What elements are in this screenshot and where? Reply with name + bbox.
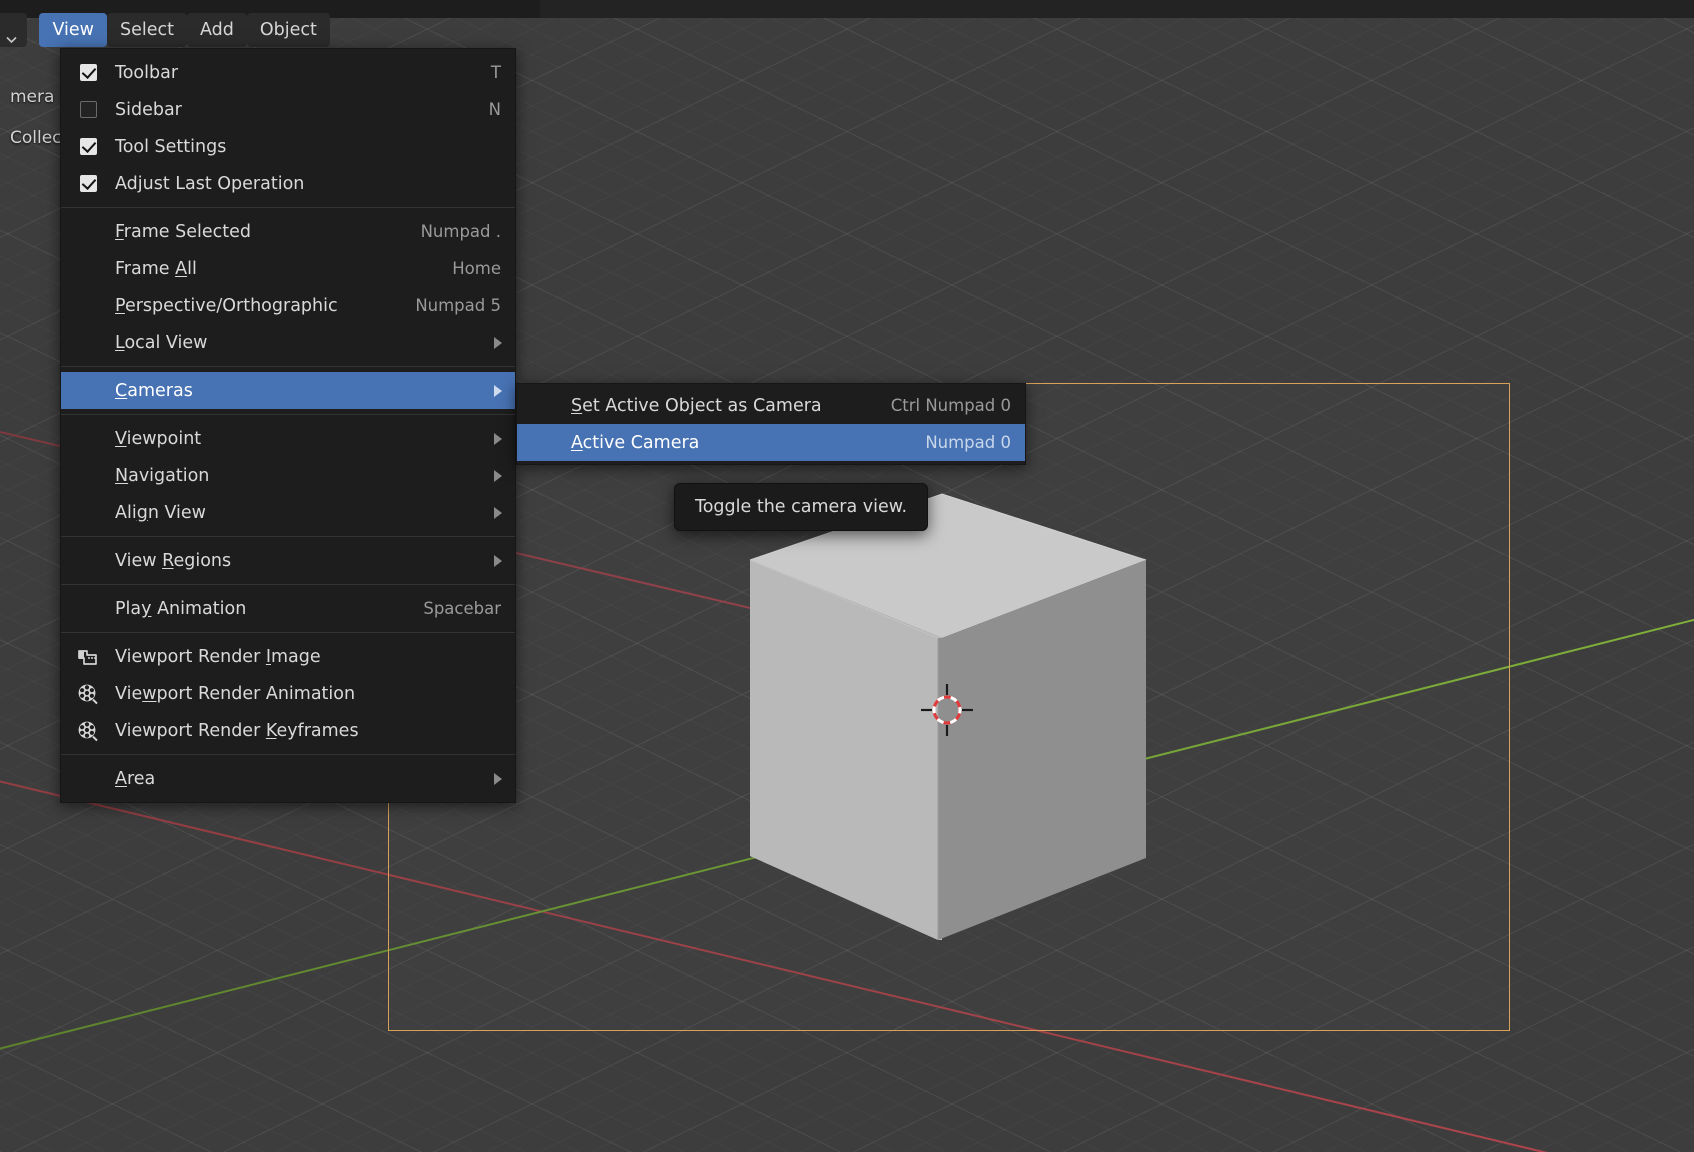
menu-item-perspective-orthographic[interactable]: Perspective/Orthographic Numpad 5 (61, 287, 515, 324)
checkbox-unchecked-icon[interactable] (61, 101, 115, 118)
menu-item-shortcut: Numpad 5 (415, 296, 501, 315)
menu-item-shortcut: Numpad 0 (925, 433, 1011, 452)
menu-item-viewport-render-animation[interactable]: Viewport Render Animation (61, 675, 515, 712)
submenu-arrow-icon (494, 506, 502, 519)
menu-item-label: Viewport Render Keyframes (115, 720, 359, 741)
submenu-arrow-icon (494, 469, 502, 482)
menu-item-label: Frame Selected (115, 221, 251, 242)
menu-item-adjust-last-operation[interactable]: Adjust Last Operation (61, 165, 515, 202)
menu-item-label: Tool Settings (115, 136, 227, 157)
menu-separator (61, 414, 515, 415)
menu-item-frame-selected[interactable]: Frame Selected Numpad . (61, 213, 515, 250)
menu-button-object[interactable]: Object (246, 13, 330, 47)
menu-separator (61, 584, 515, 585)
menu-button-select[interactable]: Select (107, 13, 187, 47)
menu-button-view[interactable]: View (39, 13, 107, 47)
checkbox-checked-icon[interactable] (61, 64, 115, 81)
menu-button-add[interactable]: Add (187, 13, 247, 47)
editor-type-selector[interactable]: e (0, 13, 28, 47)
menu-item-label: Play Animation (115, 598, 247, 619)
menu-separator (61, 207, 515, 208)
cameras-submenu[interactable]: Set Active Object as Camera Ctrl Numpad … (516, 383, 1026, 465)
menu-item-shortcut: N (488, 100, 501, 119)
menu-item-label: Viewport Render Image (115, 646, 321, 667)
3d-cursor (921, 684, 973, 736)
blender-window: mera Perspective Collection | Camera e V… (0, 0, 1694, 1152)
menu-item-label: View Regions (115, 550, 232, 571)
menu-item-label: Toolbar (115, 62, 179, 83)
menu-separator (61, 366, 515, 367)
menu-item-play-animation[interactable]: Play Animation Spacebar (61, 590, 515, 627)
menu-item-cameras[interactable]: Cameras (61, 372, 515, 409)
film-reel-icon (61, 682, 115, 706)
chevron-down-icon (6, 28, 18, 43)
menu-item-navigation[interactable]: Navigation (61, 457, 515, 494)
menu-item-align-view[interactable]: Align View (61, 494, 515, 531)
menu-item-shortcut: T (490, 63, 501, 82)
menu-item-shortcut: Ctrl Numpad 0 (890, 396, 1011, 415)
menu-item-label: Active Camera (571, 432, 700, 453)
submenu-arrow-icon (494, 432, 502, 445)
menu-item-active-camera[interactable]: Active Camera Numpad 0 (517, 424, 1025, 461)
menu-item-sidebar[interactable]: Sidebar N (61, 91, 515, 128)
submenu-arrow-icon (494, 554, 502, 567)
menu-item-view-regions[interactable]: View Regions (61, 542, 515, 579)
menu-item-tool-settings[interactable]: Tool Settings (61, 128, 515, 165)
menu-item-label: Frame All (115, 258, 197, 279)
menu-item-frame-all[interactable]: Frame All Home (61, 250, 515, 287)
checkbox-checked-icon[interactable] (61, 175, 115, 192)
menu-item-label: Adjust Last Operation (115, 173, 305, 194)
menu-item-shortcut: Spacebar (423, 599, 501, 618)
menu-item-label: Cameras (115, 380, 193, 401)
checkbox-checked-icon[interactable] (61, 138, 115, 155)
menu-item-area[interactable]: Area (61, 760, 515, 797)
tooltip: Toggle the camera view. (674, 483, 929, 531)
editor-header-menubar: e View Select Add Object (0, 12, 330, 48)
menu-item-label: Viewpoint (115, 428, 202, 449)
menu-separator (61, 632, 515, 633)
menu-item-label: Local View (115, 332, 208, 353)
submenu-arrow-icon (494, 772, 502, 785)
menu-separator (61, 754, 515, 755)
menu-item-label: Perspective/Orthographic (115, 295, 338, 316)
menu-item-label: Viewport Render Animation (115, 683, 356, 704)
view-dropdown-menu[interactable]: Toolbar T Sidebar N Tool Settings Adjust… (60, 48, 516, 803)
menu-item-toolbar[interactable]: Toolbar T (61, 54, 515, 91)
menu-item-shortcut: Home (452, 259, 501, 278)
film-reel-icon (61, 719, 115, 743)
menu-item-label: Set Active Object as Camera (571, 395, 822, 416)
menu-item-label: Sidebar (115, 99, 182, 120)
menu-item-label-text: rame Selected (123, 221, 251, 242)
menu-item-label: Navigation (115, 465, 210, 486)
menu-item-local-view[interactable]: Local View (61, 324, 515, 361)
menu-item-label: Area (115, 768, 156, 789)
menu-item-shortcut: Numpad . (420, 222, 501, 241)
submenu-arrow-icon (494, 384, 502, 397)
menu-separator (61, 536, 515, 537)
menu-item-label: Align View (115, 502, 206, 523)
menu-item-viewport-render-image[interactable]: Viewport Render Image (61, 638, 515, 675)
menu-item-viewport-render-keyframes[interactable]: Viewport Render Keyframes (61, 712, 515, 749)
menu-item-set-active-object-as-camera[interactable]: Set Active Object as Camera Ctrl Numpad … (517, 387, 1025, 424)
render-image-icon (61, 645, 115, 669)
submenu-arrow-icon (494, 336, 502, 349)
menu-item-viewpoint[interactable]: Viewpoint (61, 420, 515, 457)
